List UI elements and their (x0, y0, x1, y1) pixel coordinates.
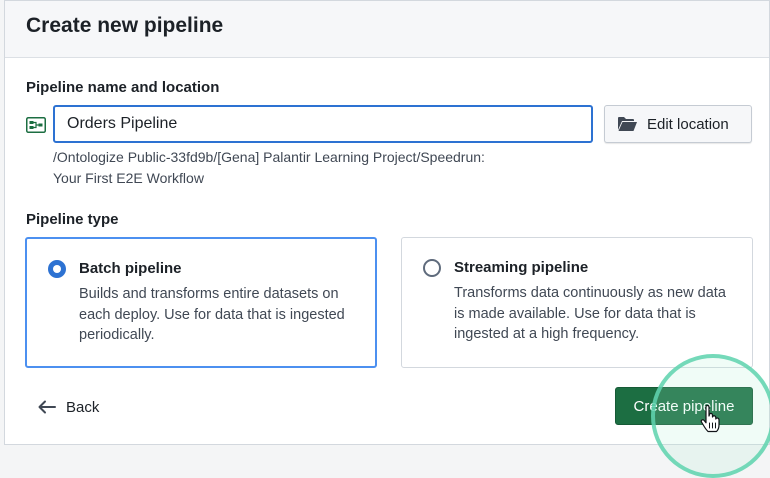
create-pipeline-dialog: Create new pipeline Pipeline name and lo… (4, 0, 770, 478)
batch-pipeline-title: Batch pipeline (79, 260, 182, 277)
batch-radio-button[interactable] (48, 260, 66, 278)
back-label: Back (66, 398, 100, 416)
streaming-pipeline-option[interactable]: Streaming pipeline Transforms data conti… (401, 237, 753, 368)
edit-location-button[interactable]: Edit location (604, 105, 752, 143)
name-location-label: Pipeline name and location (26, 79, 220, 96)
pipeline-location-path: /Ontologize Public-33fd9b/[Gena] Palanti… (53, 147, 613, 189)
pipeline-type-label: Pipeline type (26, 211, 119, 228)
edit-location-label: Edit location (647, 115, 729, 133)
arrow-left-icon (38, 400, 56, 414)
create-pipeline-button[interactable]: Create pipeline (615, 387, 753, 425)
streaming-pipeline-title: Streaming pipeline (454, 259, 589, 276)
folder-open-icon (618, 117, 637, 131)
dialog-header: Create new pipeline (5, 1, 769, 58)
batch-pipeline-description: Builds and transforms entire datasets on… (79, 286, 345, 343)
back-button[interactable]: Back (37, 394, 99, 420)
path-line-2: Your First E2E Workflow (53, 170, 204, 186)
streaming-pipeline-description: Transforms data continuously as new data… (454, 285, 726, 342)
pipeline-icon (26, 117, 46, 133)
path-line-1: /Ontologize Public-33fd9b/[Gena] Palanti… (53, 149, 485, 165)
pipeline-name-input[interactable] (53, 105, 593, 143)
batch-pipeline-option[interactable]: Batch pipeline Builds and transforms ent… (25, 237, 377, 368)
create-pipeline-label: Create pipeline (633, 397, 735, 415)
streaming-radio-button[interactable] (423, 259, 441, 277)
dialog-title: Create new pipeline (26, 14, 224, 37)
